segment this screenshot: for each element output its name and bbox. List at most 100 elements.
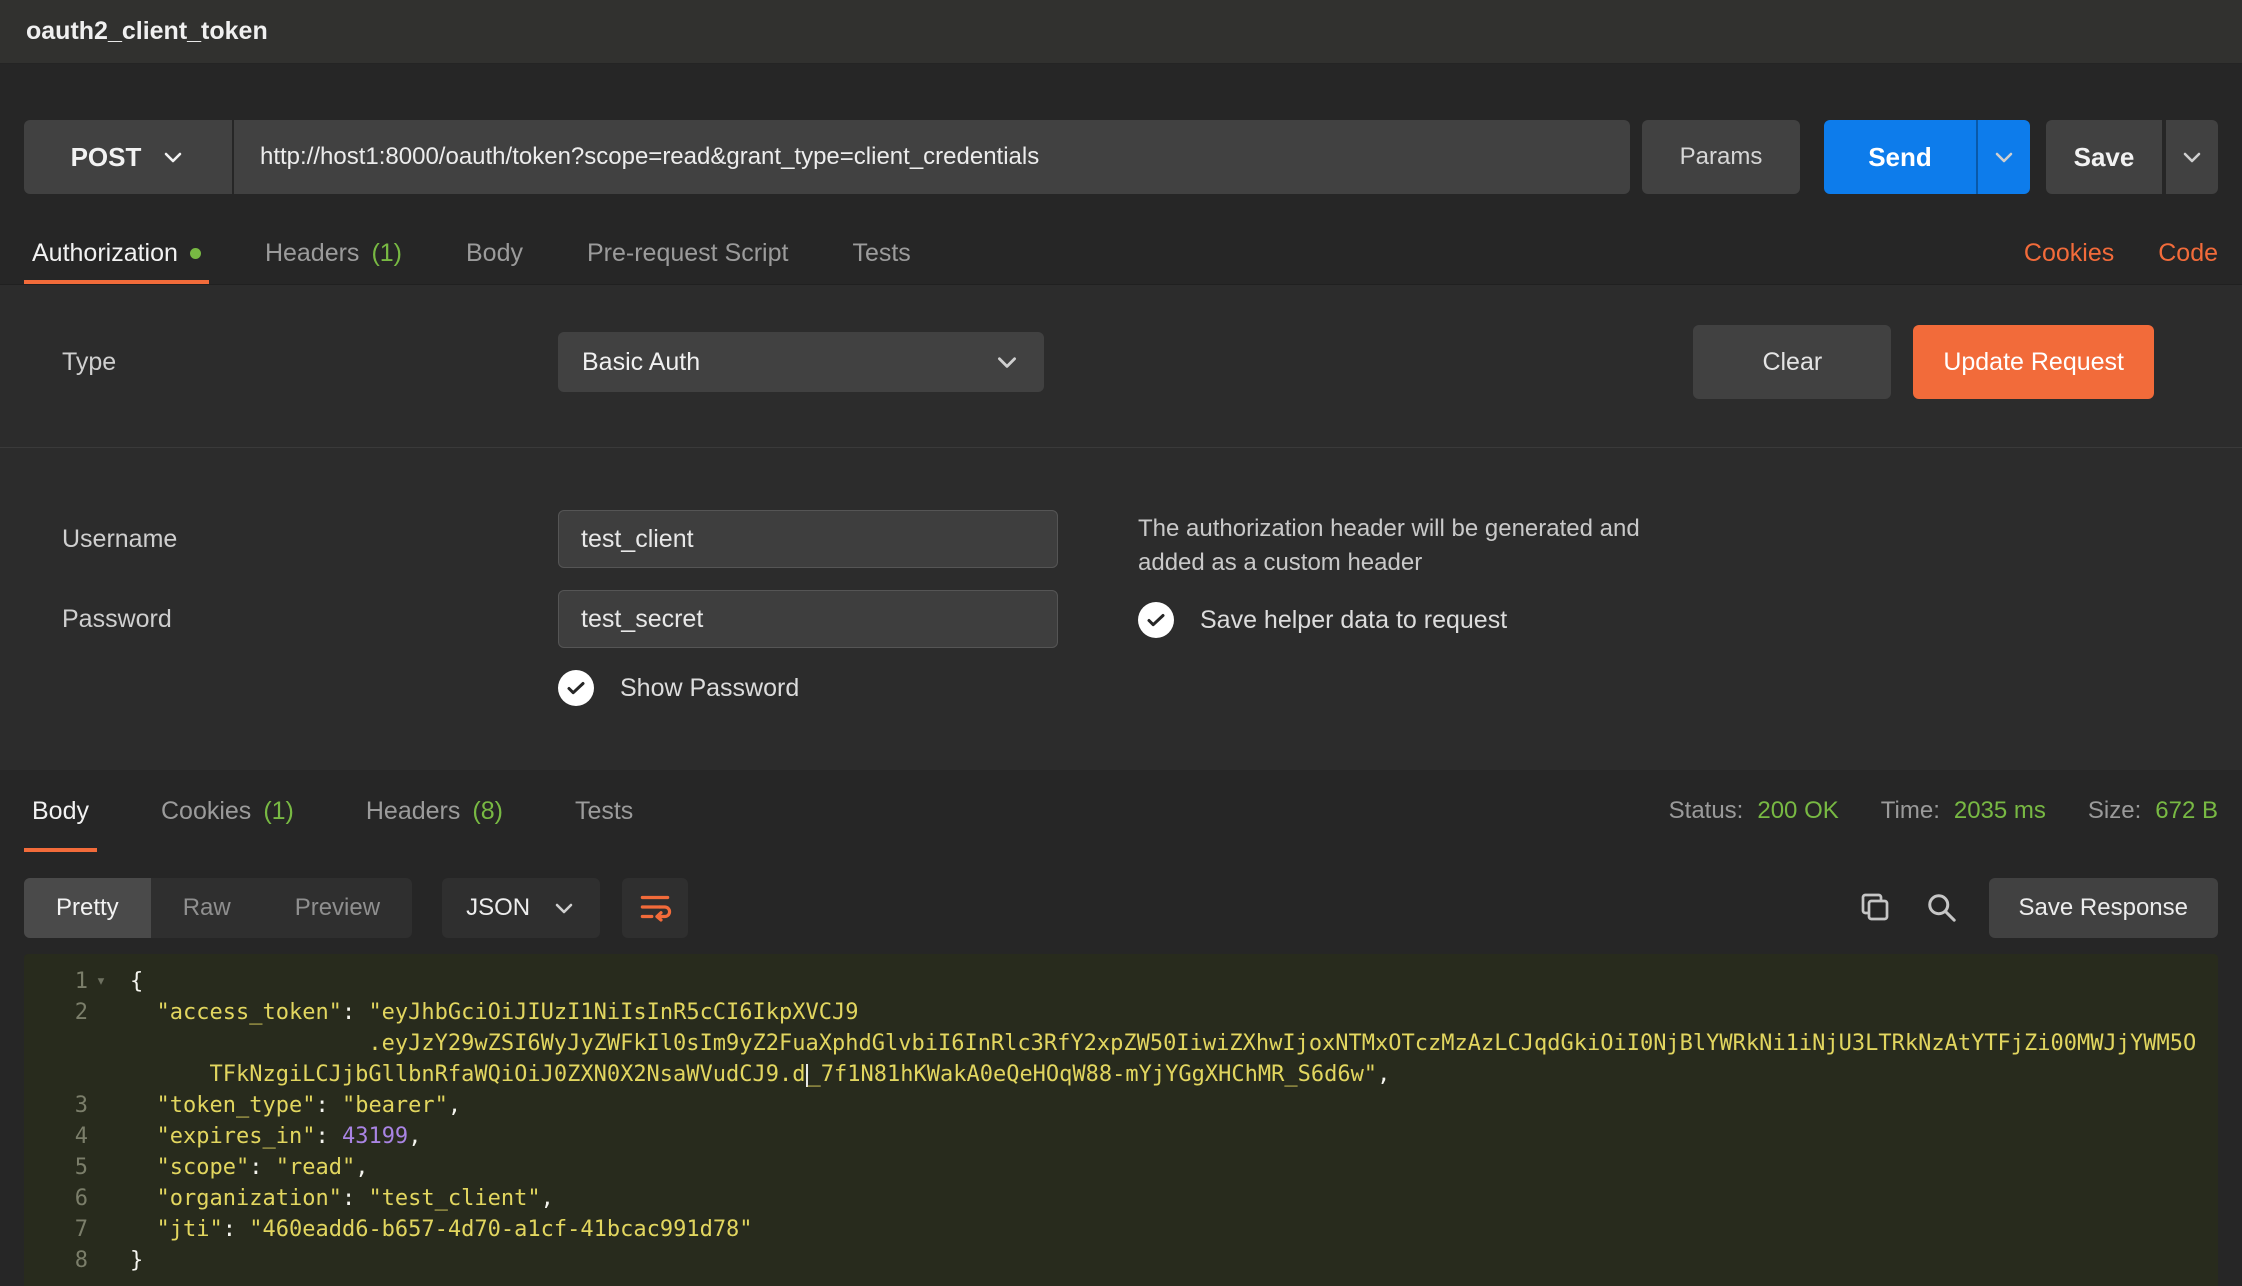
search-response-button[interactable] — [1923, 889, 1959, 928]
raw-mode-button[interactable]: Raw — [151, 878, 263, 938]
response-tab-body[interactable]: Body — [24, 770, 97, 852]
save-helper-checkbox[interactable] — [1138, 602, 1174, 638]
username-label: Username — [62, 525, 558, 554]
code-line: "organization": "test_client", — [130, 1183, 2218, 1214]
response-code-lines: { "access_token": "eyJhbGciOiJIUzI1NiIsI… — [120, 966, 2218, 1286]
response-tab-tests[interactable]: Tests — [567, 770, 641, 852]
code-line: { — [130, 966, 2218, 997]
size-value: 672 B — [2155, 797, 2218, 825]
copy-icon — [1857, 889, 1893, 928]
show-password-label: Show Password — [620, 674, 799, 703]
response-tab-body-label: Body — [32, 797, 89, 826]
response-tab-headers[interactable]: Headers (8) — [358, 770, 511, 852]
save-helper-row: Save helper data to request — [1138, 602, 1640, 638]
response-format-value: JSON — [466, 894, 530, 922]
size-label: Size: — [2088, 797, 2141, 825]
tab-authorization-label: Authorization — [32, 239, 178, 268]
copy-response-button[interactable] — [1857, 889, 1893, 928]
preview-mode-button[interactable]: Preview — [263, 878, 412, 938]
response-tab-cookies[interactable]: Cookies (1) — [153, 770, 302, 852]
response-toolbar: Pretty Raw Preview JSON — [24, 878, 2218, 938]
chevron-down-icon — [994, 349, 1020, 375]
show-password-checkbox[interactable] — [558, 670, 594, 706]
show-password-row: Show Password — [558, 670, 1058, 706]
save-button-group: Save — [2046, 120, 2218, 194]
url-row: POST Params Send Save — [24, 120, 2218, 194]
response-toolbar-right: Save Response — [1857, 878, 2218, 938]
tab-headers-count: (1) — [371, 239, 402, 268]
pretty-mode-button[interactable]: Pretty — [24, 878, 151, 938]
search-icon — [1923, 889, 1959, 928]
save-helper-label: Save helper data to request — [1200, 606, 1507, 635]
save-options-button[interactable] — [2166, 120, 2218, 194]
status-label: Status: — [1669, 797, 1744, 825]
send-button[interactable]: Send — [1824, 120, 1976, 194]
response-tab-cookies-count: (1) — [263, 797, 294, 826]
code-line: "access_token": "eyJhbGciOiJIUzI1NiIsInR… — [130, 997, 2218, 1028]
auth-helper-line1: The authorization header will be generat… — [1138, 512, 1640, 546]
tab-authorization[interactable]: Authorization — [24, 222, 209, 284]
response-code-gutter: 1▾2345678 — [24, 966, 120, 1286]
save-response-button[interactable]: Save Response — [1989, 878, 2218, 938]
postman-app: oauth2_client_token POST Params Send — [0, 0, 2242, 1286]
username-input[interactable] — [558, 510, 1058, 568]
response-tab-tests-label: Tests — [575, 797, 633, 826]
auth-type-dropdown[interactable]: Basic Auth — [558, 332, 1044, 392]
response-body-editor: 1▾2345678 { "access_token": "eyJhbGciOiJ… — [24, 954, 2218, 1286]
code-line: "token_type": "bearer", — [130, 1090, 2218, 1121]
response-tab-headers-count: (8) — [472, 797, 503, 826]
tab-body-label: Body — [466, 239, 523, 268]
auth-type-row: Type Basic Auth Clear Update Request — [0, 285, 2242, 447]
credentials-left: Username Password Show Password — [62, 510, 1058, 706]
params-button[interactable]: Params — [1642, 120, 1800, 194]
method-dropdown[interactable]: POST — [24, 120, 234, 194]
update-request-button[interactable]: Update Request — [1913, 325, 2154, 399]
request-tab-bar: oauth2_client_token — [0, 0, 2242, 64]
wrap-text-button[interactable] — [622, 878, 688, 938]
chevron-down-icon — [2180, 145, 2204, 169]
cookies-link[interactable]: Cookies — [2024, 239, 2114, 268]
response-tabs: Body Cookies (1) Headers (8) Tests Statu… — [24, 770, 2218, 852]
request-links: Cookies Code — [2024, 239, 2218, 268]
tab-pre-request-script-label: Pre-request Script — [587, 239, 788, 268]
view-mode-switch: Pretty Raw Preview — [24, 878, 412, 938]
code-line: } — [130, 1245, 2218, 1276]
response-tab-cookies-label: Cookies — [161, 797, 251, 826]
code-line: "jti": "460eadd6-b657-4d70-a1cf-41bcac99… — [130, 1214, 2218, 1245]
request-tabs: Authorization Headers (1) Body Pre-reque… — [24, 222, 2218, 284]
authorization-panel: Type Basic Auth Clear Update Request Use… — [0, 284, 2242, 770]
tab-body[interactable]: Body — [458, 222, 531, 284]
clear-button[interactable]: Clear — [1693, 325, 1891, 399]
status-value: 200 OK — [1757, 797, 1838, 825]
tab-tests[interactable]: Tests — [844, 222, 918, 284]
auth-type-label: Type — [62, 348, 558, 377]
code-line: "expires_in": 43199, — [130, 1121, 2218, 1152]
auth-type-value: Basic Auth — [582, 348, 700, 377]
url-input[interactable] — [234, 120, 1630, 194]
send-button-group: Send — [1824, 120, 2030, 194]
response-format-dropdown[interactable]: JSON — [442, 878, 600, 938]
chevron-down-icon — [552, 896, 576, 920]
fold-toggle-icon[interactable]: ▾ — [88, 966, 114, 997]
time-value: 2035 ms — [1954, 797, 2046, 825]
request-builder: POST Params Send Save — [0, 120, 2242, 770]
auth-helper-text: The authorization header will be generat… — [1138, 512, 1640, 580]
password-row: Password — [62, 590, 1058, 648]
response-tab-headers-label: Headers — [366, 797, 461, 826]
code-line: TFkNzgiLCJjbGllbnRfaWQiOiJ0ZXN0X2NsaWVud… — [130, 1059, 2218, 1090]
request-tab-title[interactable]: oauth2_client_token — [26, 17, 268, 46]
response-meta: Status: 200 OK Time: 2035 ms Size: 672 B — [1669, 797, 2218, 825]
send-options-button[interactable] — [1976, 120, 2030, 194]
tab-headers[interactable]: Headers (1) — [257, 222, 410, 284]
save-button[interactable]: Save — [2046, 120, 2162, 194]
check-icon — [564, 676, 588, 700]
check-icon — [1144, 608, 1168, 632]
chevron-down-icon — [161, 145, 185, 169]
tab-pre-request-script[interactable]: Pre-request Script — [579, 222, 796, 284]
tab-headers-label: Headers — [265, 239, 360, 268]
response-viewer: Body Cookies (1) Headers (8) Tests Statu… — [0, 770, 2242, 1286]
code-link[interactable]: Code — [2158, 239, 2218, 268]
password-input[interactable] — [558, 590, 1058, 648]
method-label: POST — [71, 142, 142, 173]
chevron-down-icon — [1992, 145, 2016, 169]
